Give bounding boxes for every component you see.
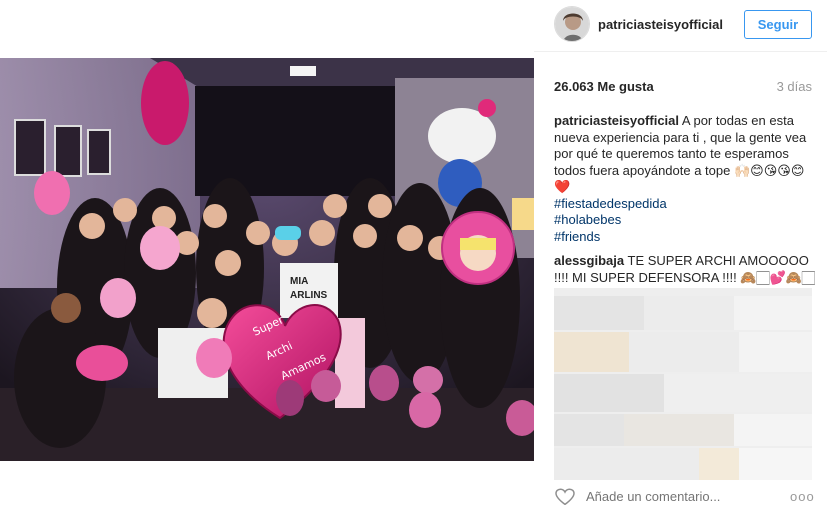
caption-author[interactable]: patriciasteisyofficial <box>554 113 679 128</box>
blurred-tile <box>734 414 812 446</box>
blurred-tile <box>554 374 664 412</box>
blurred-tile <box>739 448 812 480</box>
blurred-tile <box>624 414 734 446</box>
post-photo[interactable]: MIA ARLINS Super Archi Amamos <box>0 58 534 461</box>
blurred-tile <box>664 374 812 412</box>
post-timestamp[interactable]: 3 días <box>777 79 812 94</box>
hashtag-friends[interactable]: #friends <box>554 229 816 246</box>
avatar[interactable] <box>554 6 590 42</box>
comments-list: patriciasteisyofficial A por todas en es… <box>554 113 816 294</box>
list-item: alessgibaja TE SUPER ARCHI AMOOOOO !!!! … <box>554 253 816 286</box>
caption: patriciasteisyofficial A por todas en es… <box>554 113 816 245</box>
post-author-username[interactable]: patriciasteisyofficial <box>598 17 723 32</box>
blurred-tile <box>699 448 739 480</box>
svg-text:MIA: MIA <box>290 276 308 287</box>
comment-input[interactable] <box>586 489 771 504</box>
blurred-tile <box>554 448 699 480</box>
blurred-tile <box>629 332 739 372</box>
hashtag-holabebes[interactable]: #holabebes <box>554 212 816 229</box>
blurred-tile <box>734 296 812 330</box>
post-side-panel: patriciasteisyofficial Seguir 26.063 Me … <box>534 0 827 505</box>
blurred-comments <box>554 288 812 480</box>
blurred-tile <box>554 414 624 446</box>
more-options-icon[interactable]: ooo <box>790 489 815 504</box>
blurred-tile <box>644 296 734 330</box>
likes-count[interactable]: 26.063 Me gusta <box>554 79 654 94</box>
hashtag-fiestadedespedida[interactable]: #fiestadedespedida <box>554 196 816 213</box>
heart-outline-icon[interactable] <box>554 488 576 505</box>
party-photo-image: MIA ARLINS Super Archi Amamos <box>0 58 534 461</box>
comment-bar: ooo <box>534 480 827 505</box>
post-header: patriciasteisyofficial Seguir <box>534 0 827 52</box>
comment-author[interactable]: alessgibaja <box>554 253 624 268</box>
svg-text:ARLINS: ARLINS <box>290 290 328 301</box>
blurred-tile <box>739 332 812 372</box>
post-stats: 26.063 Me gusta 3 días <box>554 79 812 97</box>
avatar-image <box>555 7 589 41</box>
blurred-tile <box>554 296 644 330</box>
blurred-tile <box>554 332 629 372</box>
follow-button[interactable]: Seguir <box>744 10 812 39</box>
